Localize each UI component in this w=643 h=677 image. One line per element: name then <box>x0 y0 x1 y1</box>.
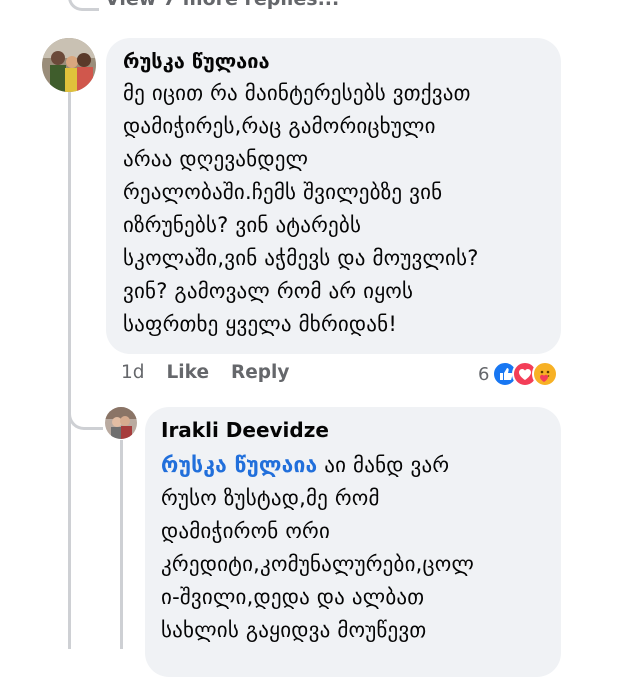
comment-line-text: აი მანდ ვარ <box>317 453 450 477</box>
comment-text: მე იცით რა მაინტერესებს ვთქვათ დამიჭირეს… <box>123 77 545 341</box>
reaction-summary[interactable]: 6 <box>478 361 559 387</box>
comment-line: ვინ? გამოვალ რომ არ იყოს <box>123 279 414 303</box>
comment-line: სახლის გაყიდვა მოუწევთ <box>161 618 427 642</box>
reply-button[interactable]: Reply <box>231 362 289 383</box>
comment-line: დამიჭირეს,რაც გამორიცხული <box>123 114 436 138</box>
comment-bubble: Irakli Deevidze რუსკა წულაია აი მანდ ვარ… <box>145 407 561 677</box>
comment-line: დამიჭირონ ორი <box>161 519 331 543</box>
reaction-count: 6 <box>478 363 490 385</box>
comment-line: რუსკა წულაია აი მანდ ვარ <box>161 449 545 482</box>
profile-photo <box>105 407 137 439</box>
thread-line-main <box>68 92 71 649</box>
reply-connector <box>68 389 103 430</box>
comment-line: იზრუნებს? ვინ ატარებს <box>123 213 362 237</box>
comment-line: საფრთხე ყველა მხრიდან! <box>123 312 397 336</box>
view-more-replies-link[interactable]: View 7 more replies... <box>105 0 339 10</box>
thread-line-reply <box>120 440 123 649</box>
comment-line: მე იცით რა მაინტერესებს ვთქვათ <box>123 81 471 105</box>
comment-line: არაა დღევანდელ <box>123 147 309 171</box>
comment-line: სკოლაში,ვინ აჭმევს და მოუვლის? <box>123 246 479 270</box>
comment-line: ი-შვილი,დედა და ალბათ <box>161 585 425 609</box>
comment-actions: 1d Like Reply <box>121 362 289 383</box>
comment-author[interactable]: რუსკა წულაია <box>123 48 545 74</box>
care-icon <box>532 361 559 387</box>
like-button[interactable]: Like <box>167 362 209 383</box>
comment-line: რეალობაში.ჩემს შვილებზე ვინ <box>123 180 443 204</box>
profile-photo <box>42 38 96 92</box>
thread-connector <box>68 0 99 11</box>
comment-timestamp[interactable]: 1d <box>121 362 145 383</box>
avatar[interactable] <box>42 38 96 92</box>
avatar[interactable] <box>105 407 137 439</box>
comment-author[interactable]: Irakli Deevidze <box>161 417 545 443</box>
mention-link[interactable]: რუსკა წულაია <box>161 453 317 477</box>
comment-line: რუსო ზუსტად,მე რომ <box>161 486 380 510</box>
comment-text: რუსკა წულაია აი მანდ ვარ რუსო ზუსტად,მე … <box>161 449 545 647</box>
comment-line: კრედიტი,კომუნალურები,ცოლ <box>161 552 475 576</box>
comment-bubble: რუსკა წულაია მე იცით რა მაინტერესებს ვთქ… <box>106 38 561 354</box>
